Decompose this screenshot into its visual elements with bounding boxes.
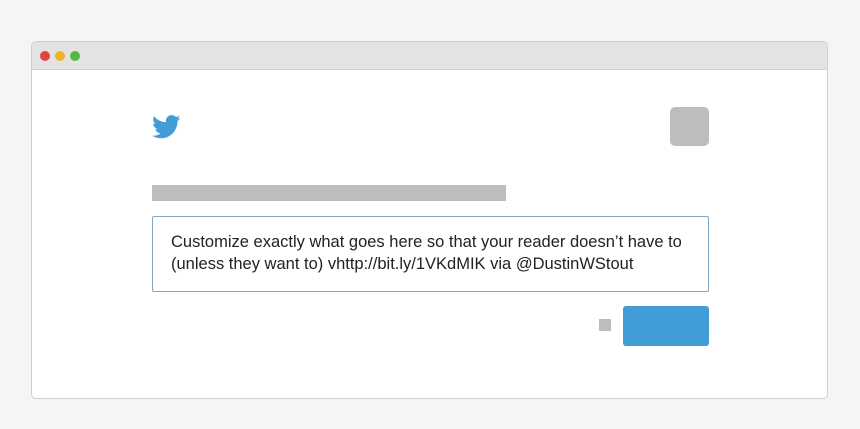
character-count-placeholder xyxy=(599,319,611,331)
tweet-text: Customize exactly what goes here so that… xyxy=(171,233,682,273)
page: Customize exactly what goes here so that… xyxy=(0,0,860,429)
window-titlebar xyxy=(32,42,827,70)
tweet-textarea[interactable]: Customize exactly what goes here so that… xyxy=(152,216,709,292)
maximize-window-button[interactable] xyxy=(70,51,80,61)
username-placeholder-bar xyxy=(152,185,506,201)
avatar-placeholder xyxy=(670,107,709,146)
browser-window: Customize exactly what goes here so that… xyxy=(31,41,828,399)
twitter-bird-icon xyxy=(152,115,181,139)
tweet-button[interactable] xyxy=(623,306,709,346)
close-window-button[interactable] xyxy=(40,51,50,61)
minimize-window-button[interactable] xyxy=(55,51,65,61)
